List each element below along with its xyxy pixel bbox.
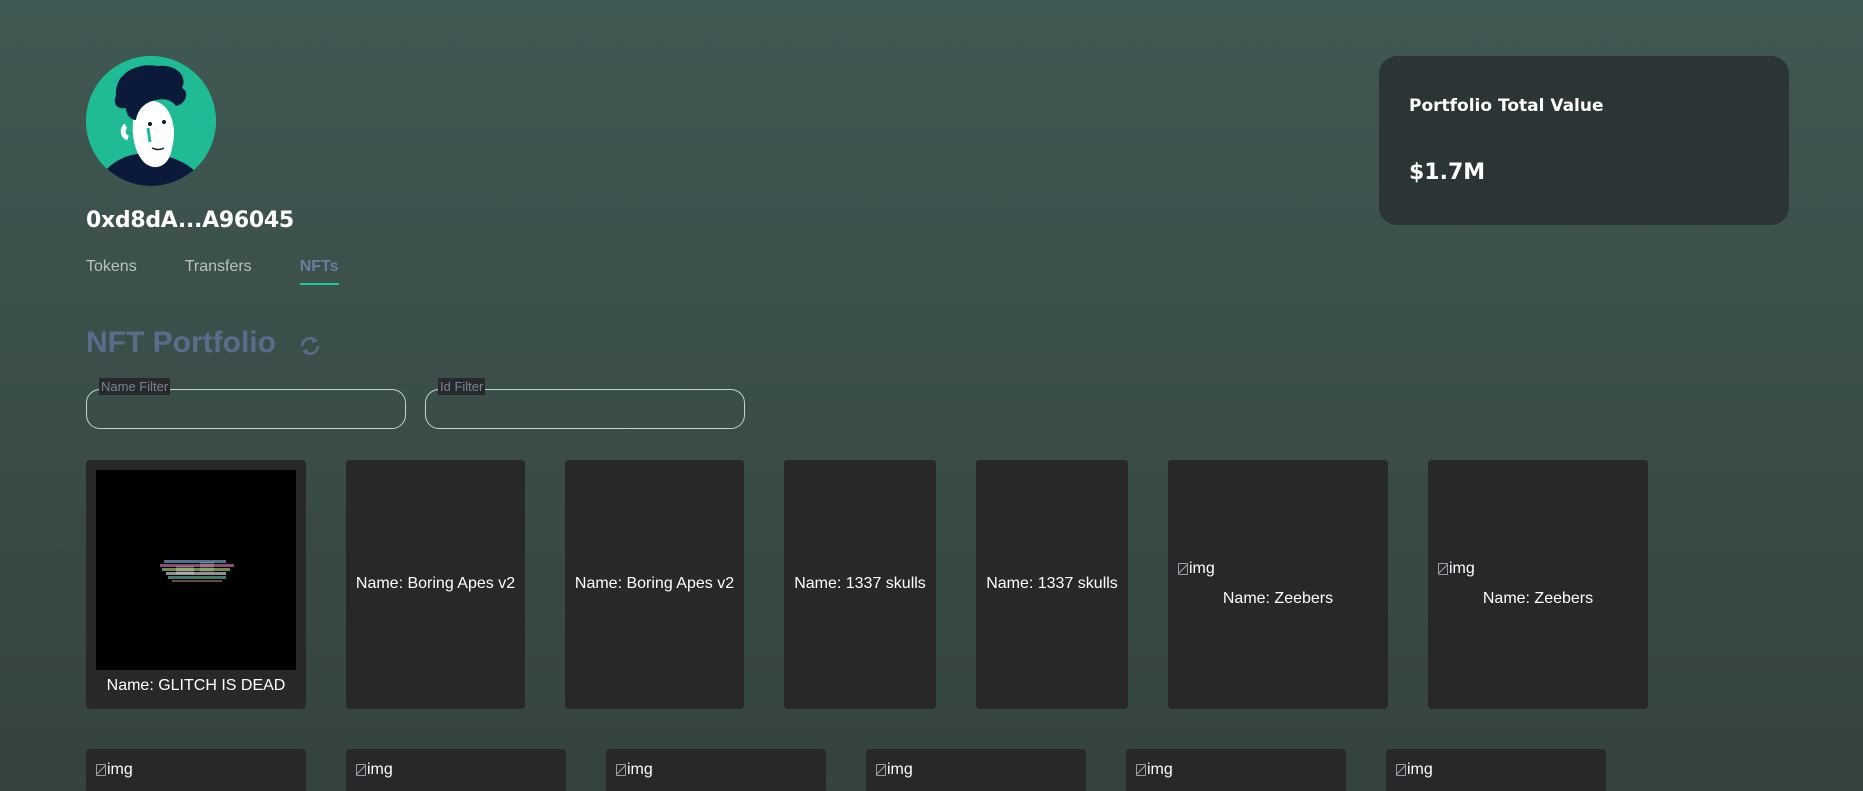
nft-card[interactable]: Name: GLITCH IS DEAD: [86, 460, 306, 709]
portfolio-value-card: Portfolio Total Value $1.7M: [1379, 56, 1789, 225]
tab-transfers[interactable]: Transfers: [185, 258, 252, 285]
name-filter-input[interactable]: [97, 398, 395, 422]
tab-tokens[interactable]: Tokens: [86, 258, 137, 285]
nft-card[interactable]: img Name: Zeebers: [1428, 460, 1648, 709]
portfolio-value-title: Portfolio Total Value: [1409, 96, 1604, 116]
broken-image-icon: img: [1136, 761, 1173, 779]
nft-name: Name: Boring Apes v2: [574, 575, 735, 592]
nft-card[interactable]: Name: Boring Apes v2: [565, 460, 744, 709]
broken-image-icon: img: [1178, 560, 1215, 578]
avatar-illustration: [86, 56, 216, 186]
portfolio-value-amount: $1.7M: [1409, 160, 1486, 185]
broken-image-icon: img: [616, 761, 653, 779]
nft-name: Name: Zeebers: [1222, 590, 1334, 607]
broken-image-icon: img: [356, 761, 393, 779]
broken-image-icon: img: [96, 761, 133, 779]
nft-name: Name: Boring Apes v2: [355, 575, 516, 592]
nft-card[interactable]: img: [1126, 749, 1346, 791]
nft-name: Name: GLITCH IS DEAD: [106, 677, 286, 694]
nft-image: [96, 470, 296, 670]
name-filter: Name Filter: [86, 378, 406, 429]
avatar: [86, 56, 216, 186]
refresh-icon[interactable]: [297, 333, 323, 359]
section-title: NFT Portfolio: [86, 326, 276, 359]
nft-name: Name: Zeebers: [1482, 590, 1594, 607]
nft-card[interactable]: img: [1386, 749, 1606, 791]
name-filter-label: Name Filter: [99, 378, 171, 395]
wallet-address: 0xd8dA...A96045: [86, 208, 294, 233]
broken-image-icon: img: [1396, 761, 1433, 779]
tab-bar: Tokens Transfers NFTs: [86, 258, 339, 285]
nft-card[interactable]: Name: 1337 skulls: [976, 460, 1128, 709]
id-filter-input[interactable]: [436, 398, 734, 422]
nft-card[interactable]: img Name: Zeebers: [1168, 460, 1388, 709]
nft-card[interactable]: img: [606, 749, 826, 791]
nft-card[interactable]: img: [866, 749, 1086, 791]
nft-card[interactable]: img: [86, 749, 306, 791]
tab-nfts[interactable]: NFTs: [299, 258, 339, 285]
nft-card[interactable]: Name: 1337 skulls: [784, 460, 936, 709]
broken-image-icon: img: [876, 761, 913, 779]
broken-image-icon: img: [1438, 560, 1475, 578]
id-filter: Id Filter: [425, 378, 745, 429]
nft-name: Name: 1337 skulls: [986, 575, 1118, 592]
nft-name: Name: 1337 skulls: [794, 575, 926, 592]
nft-card[interactable]: Name: Boring Apes v2: [346, 460, 525, 709]
id-filter-label: Id Filter: [438, 378, 486, 395]
nft-card[interactable]: img: [346, 749, 566, 791]
